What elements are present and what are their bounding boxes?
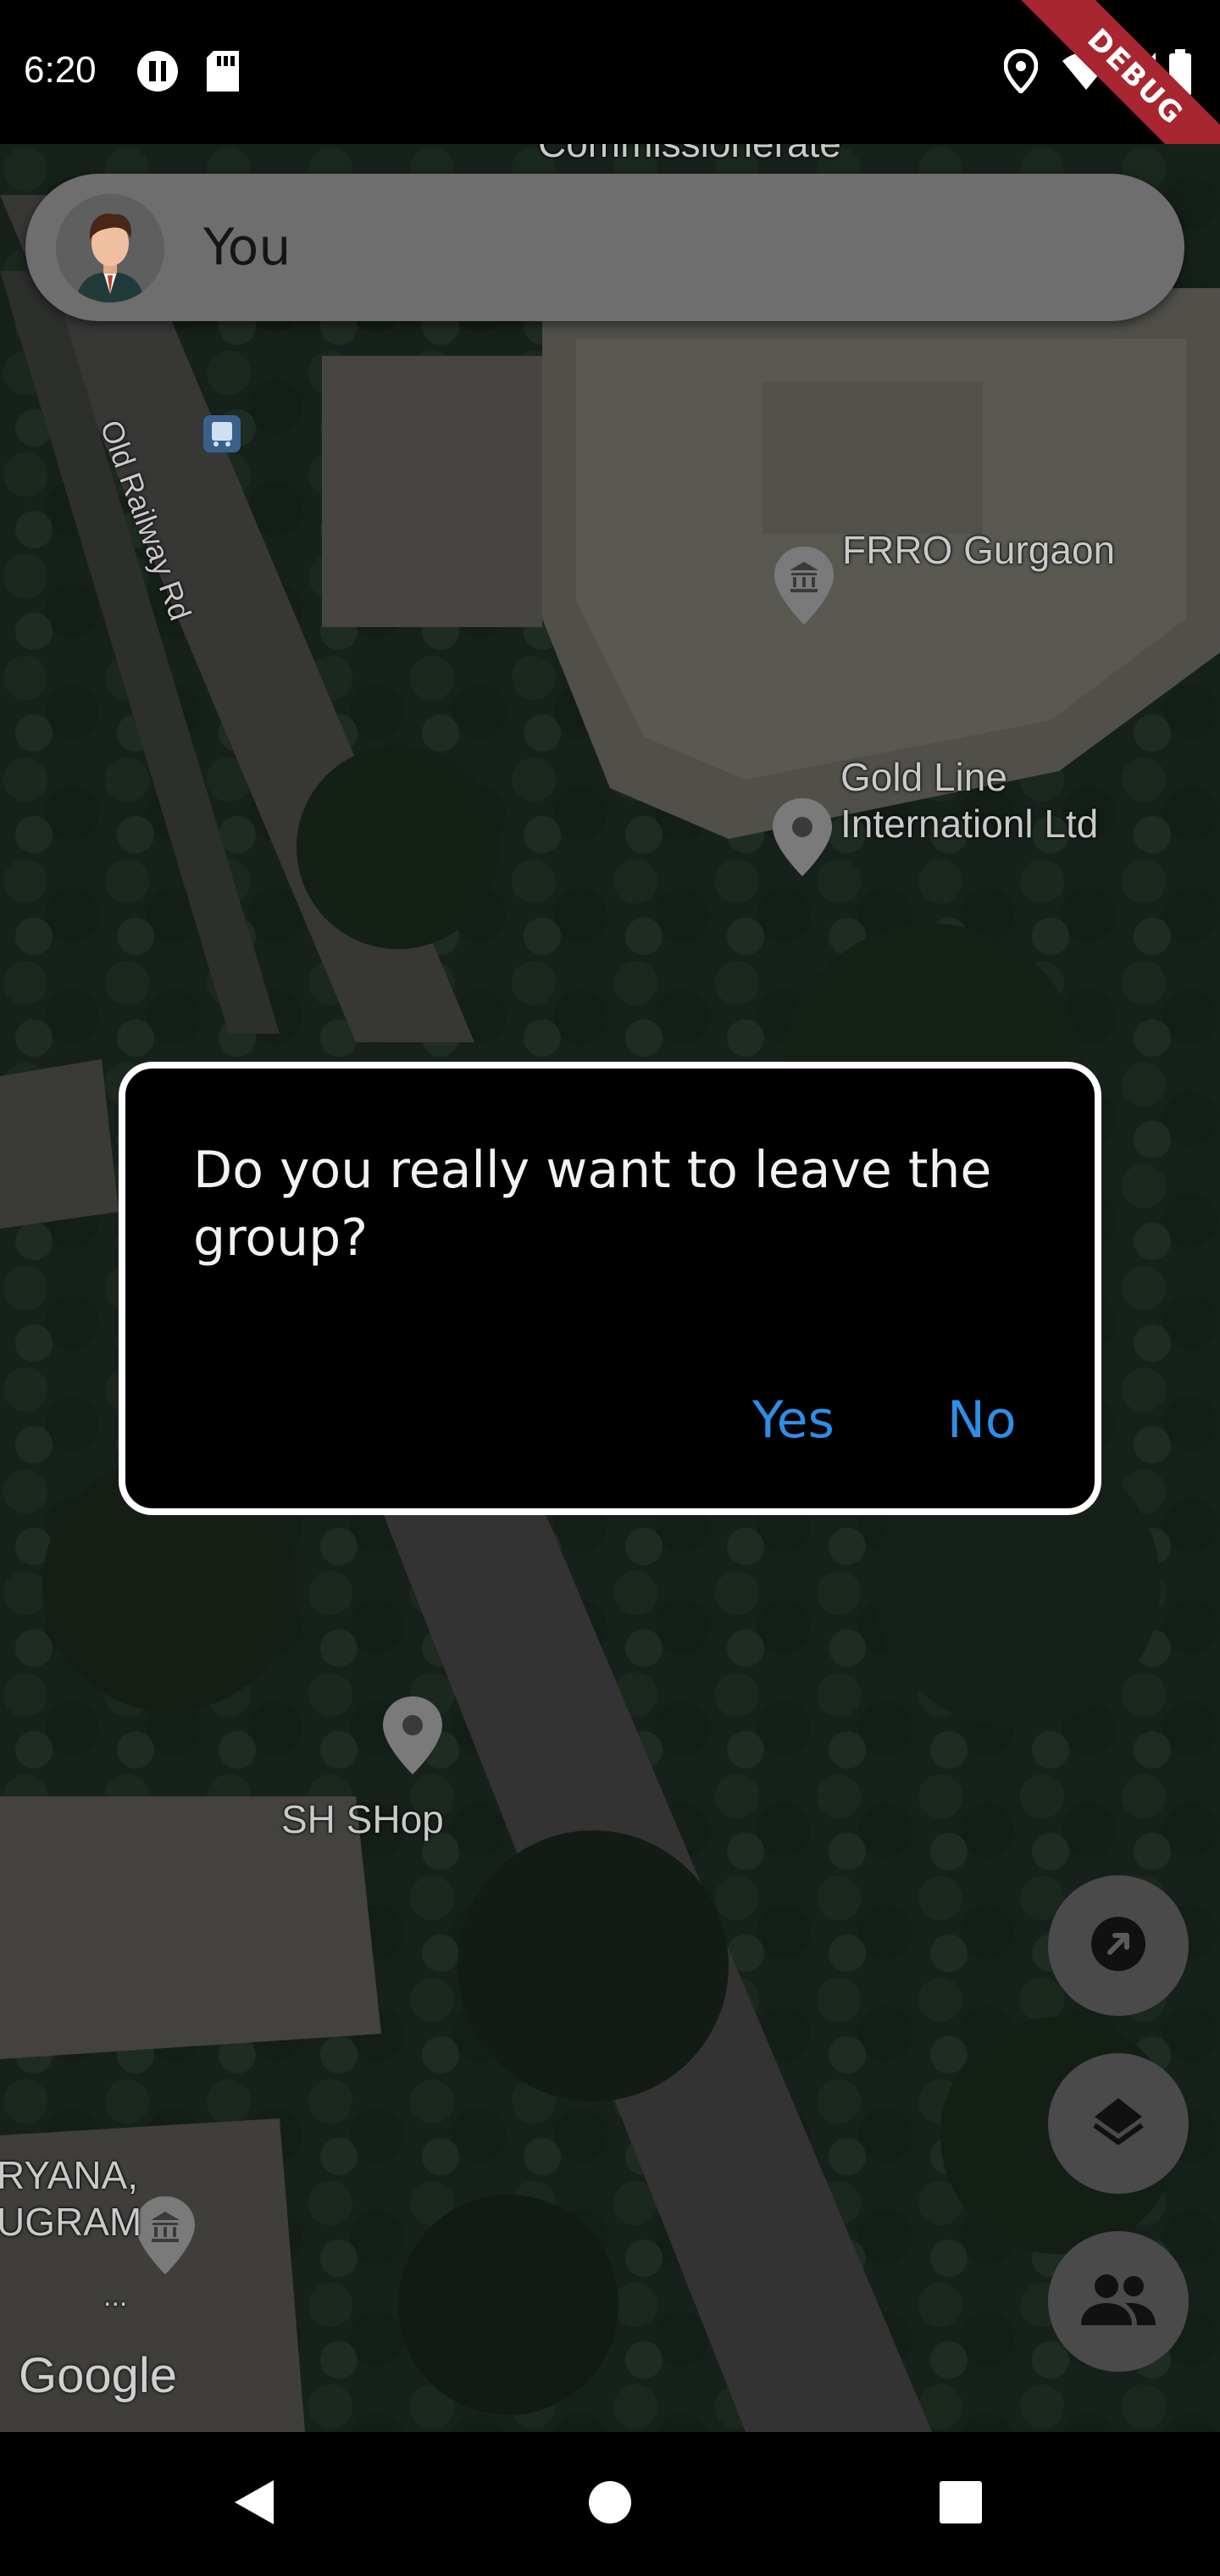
layers-button[interactable] xyxy=(1048,2053,1189,2194)
home-icon xyxy=(588,2480,632,2528)
map-label-ellipsis: ... xyxy=(103,2280,128,2312)
recents-icon xyxy=(939,2480,983,2528)
museum-pin-icon[interactable] xyxy=(134,2195,197,2279)
leave-group-dialog: Do you really want to leave the group? Y… xyxy=(119,1062,1101,1515)
map-label-haryana-text: RYANA, UGRAM xyxy=(0,2153,142,2245)
home-button[interactable] xyxy=(525,2432,695,2576)
user-name: You xyxy=(203,218,291,277)
back-icon xyxy=(233,2479,275,2529)
map-label-haryana: RYANA, UGRAM xyxy=(0,2152,141,2246)
location-icon xyxy=(1003,48,1039,97)
no-button[interactable]: No xyxy=(947,1391,1017,1450)
map-label-frro: FRRO Gurgaon xyxy=(842,528,1116,572)
map-label-commissionerate: Commissionerate xyxy=(538,144,841,167)
map-label-gold-line-text: Gold Line Internationl Ltd xyxy=(840,755,1099,847)
place-pin-icon[interactable] xyxy=(381,1695,444,1779)
navigation-bar xyxy=(0,2432,1220,2576)
status-time: 6:20 xyxy=(24,49,97,91)
layers-icon xyxy=(1088,2091,1149,2156)
avatar[interactable] xyxy=(56,194,164,303)
place-pin-icon[interactable] xyxy=(771,797,834,881)
navigation-arrow-icon xyxy=(1088,1913,1149,1978)
back-button[interactable] xyxy=(169,2432,339,2576)
sd-card-icon xyxy=(205,49,242,97)
incognito-icon xyxy=(136,49,180,97)
recents-button[interactable] xyxy=(876,2432,1045,2576)
group-members-button[interactable] xyxy=(1048,2231,1189,2372)
map-label-sh-shop: SH SHop xyxy=(281,1797,444,1841)
google-logo: Google xyxy=(19,2348,178,2403)
user-bar[interactable]: You xyxy=(25,174,1184,321)
map-label-gold-line: Gold Line Internationl Ltd xyxy=(840,754,1098,847)
navigate-button[interactable] xyxy=(1048,1875,1189,2016)
status-bar: 6:20 DEBUG xyxy=(0,0,1220,222)
people-icon xyxy=(1076,2269,1161,2334)
yes-button[interactable]: Yes xyxy=(752,1391,835,1450)
dialog-message: Do you really want to leave the group? xyxy=(193,1141,992,1268)
museum-pin-icon[interactable] xyxy=(773,545,835,630)
bus-stop-icon xyxy=(202,414,242,458)
